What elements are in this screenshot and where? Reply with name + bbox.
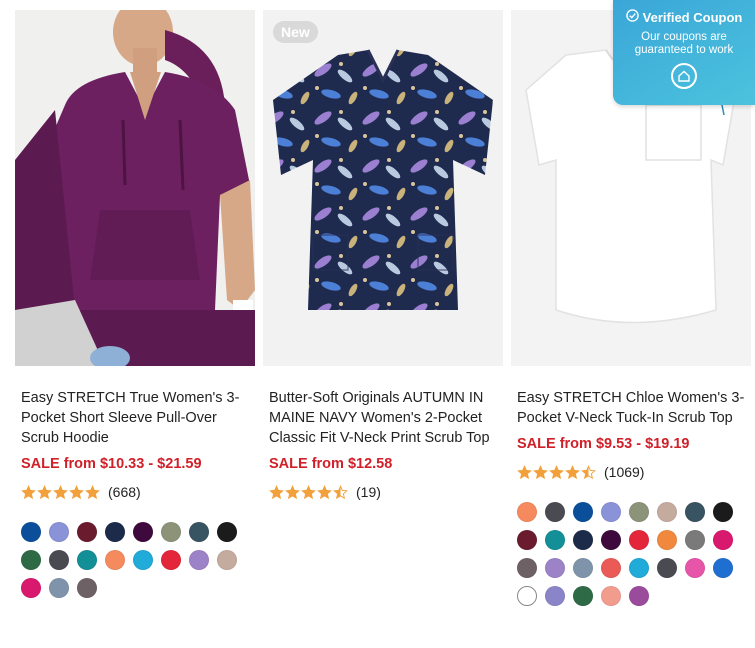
star-icon	[21, 484, 36, 499]
color-swatch[interactable]	[657, 530, 677, 550]
color-swatch[interactable]	[685, 502, 705, 522]
coupon-logo-icon	[671, 63, 697, 89]
color-swatch[interactable]	[573, 586, 593, 606]
rating-stars	[269, 484, 348, 500]
color-swatch[interactable]	[105, 522, 125, 542]
color-swatch[interactable]	[545, 558, 565, 578]
product-title[interactable]: Easy STRETCH True Women's 3-Pocket Short…	[15, 388, 255, 448]
color-swatch[interactable]	[629, 586, 649, 606]
color-swatch[interactable]	[49, 522, 69, 542]
color-swatch[interactable]	[545, 530, 565, 550]
color-swatch[interactable]	[77, 578, 97, 598]
star-icon	[581, 464, 596, 479]
star-icon	[301, 484, 316, 499]
hoodie-model-image	[15, 10, 255, 366]
color-swatch[interactable]	[217, 522, 237, 542]
color-swatch[interactable]	[573, 558, 593, 578]
color-swatch[interactable]	[105, 550, 125, 570]
rating-count: (1069)	[604, 464, 645, 480]
color-swatch[interactable]	[601, 586, 621, 606]
star-icon	[317, 484, 332, 499]
color-swatch[interactable]	[21, 550, 41, 570]
color-swatch[interactable]	[517, 558, 537, 578]
product-image[interactable]: New	[263, 10, 503, 366]
color-swatch[interactable]	[517, 502, 537, 522]
color-swatch[interactable]	[657, 502, 677, 522]
product-price: SALE from $9.53 - $19.19	[517, 436, 690, 452]
star-icon	[333, 484, 348, 499]
rating-stars	[21, 484, 100, 500]
product-card[interactable]: New Butter-Soft Originals AUTUMN IN MAIN…	[263, 10, 503, 502]
star-icon	[285, 484, 300, 499]
star-icon	[37, 484, 52, 499]
color-swatch[interactable]	[189, 522, 209, 542]
color-swatch[interactable]	[657, 558, 677, 578]
color-swatch[interactable]	[189, 550, 209, 570]
rating-count: (19)	[356, 484, 381, 500]
star-icon	[85, 484, 100, 499]
color-swatch[interactable]	[133, 522, 153, 542]
print-scrub-top-image	[263, 10, 503, 366]
product-card[interactable]: Easy STRETCH True Women's 3-Pocket Short…	[15, 10, 255, 598]
color-swatch[interactable]	[545, 502, 565, 522]
verified-coupon-badge[interactable]: Verified Coupon Our coupons are guarante…	[613, 0, 755, 105]
color-swatch[interactable]	[161, 522, 181, 542]
color-swatches	[511, 502, 751, 606]
color-swatch[interactable]	[217, 550, 237, 570]
star-icon	[565, 464, 580, 479]
color-swatch[interactable]	[77, 522, 97, 542]
color-swatch[interactable]	[601, 502, 621, 522]
product-title[interactable]: Butter-Soft Originals AUTUMN IN MAINE NA…	[263, 388, 503, 448]
color-swatch[interactable]	[77, 550, 97, 570]
color-swatch[interactable]	[629, 502, 649, 522]
color-swatch[interactable]	[685, 530, 705, 550]
color-swatch[interactable]	[685, 558, 705, 578]
product-price: SALE from $10.33 - $21.59	[21, 456, 202, 472]
color-swatch[interactable]	[517, 586, 537, 606]
coupon-title: Verified Coupon	[642, 9, 743, 25]
product-title[interactable]: Easy STRETCH Chloe Women's 3-Pocket V-Ne…	[511, 388, 751, 428]
color-swatch[interactable]	[517, 530, 537, 550]
color-swatch[interactable]	[545, 586, 565, 606]
color-swatch[interactable]	[21, 578, 41, 598]
star-icon	[53, 484, 68, 499]
color-swatch[interactable]	[629, 530, 649, 550]
star-icon	[69, 484, 84, 499]
product-price: SALE from $12.58	[269, 456, 393, 472]
color-swatch[interactable]	[601, 558, 621, 578]
product-rating: (19)	[263, 482, 503, 502]
rating-count: (668)	[108, 484, 141, 500]
color-swatch[interactable]	[573, 530, 593, 550]
color-swatches	[15, 522, 255, 598]
product-rating: (668)	[15, 482, 255, 502]
product-rating: (1069)	[511, 462, 751, 482]
color-swatch[interactable]	[21, 522, 41, 542]
color-swatch[interactable]	[629, 558, 649, 578]
product-image[interactable]	[15, 10, 255, 366]
color-swatch[interactable]	[49, 550, 69, 570]
star-icon	[549, 464, 564, 479]
star-icon	[533, 464, 548, 479]
check-circle-icon	[625, 9, 639, 25]
star-icon	[269, 484, 284, 499]
color-swatch[interactable]	[573, 502, 593, 522]
color-swatch[interactable]	[713, 558, 733, 578]
color-swatch[interactable]	[601, 530, 621, 550]
coupon-subtitle: Our coupons are guaranteed to work	[634, 31, 734, 56]
color-swatch[interactable]	[161, 550, 181, 570]
color-swatch[interactable]	[713, 502, 733, 522]
color-swatch[interactable]	[133, 550, 153, 570]
color-swatch[interactable]	[713, 530, 733, 550]
rating-stars	[517, 464, 596, 480]
new-badge: New	[273, 21, 318, 43]
star-icon	[517, 464, 532, 479]
color-swatch[interactable]	[49, 578, 69, 598]
